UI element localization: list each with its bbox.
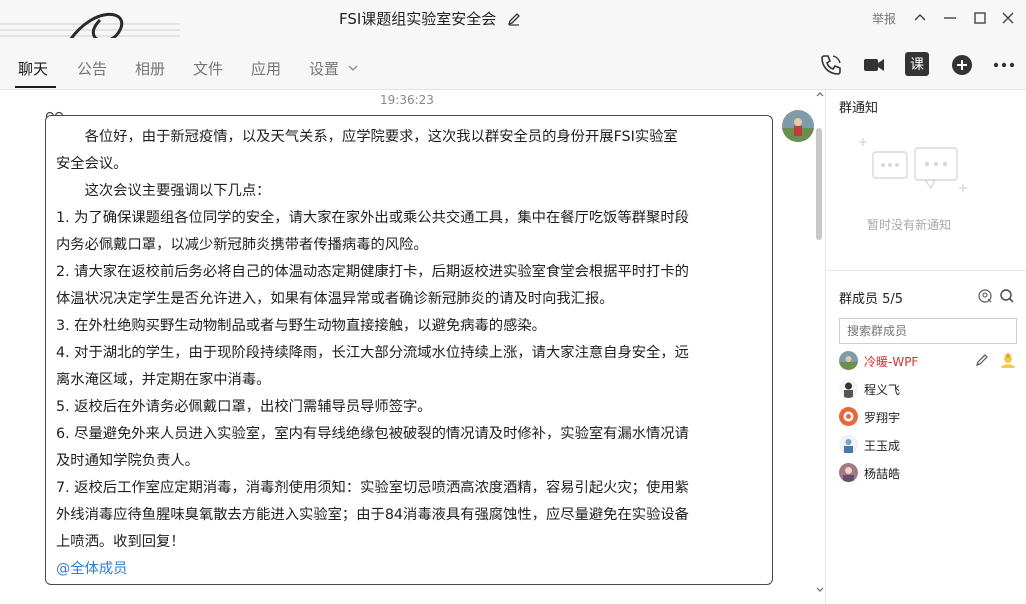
message-line: 7. 返校后工作室应定期消毒，消毒剂使用须知：实验室切忌喷洒高浓度酒精，容易引起… [56, 480, 689, 496]
message-line: 2. 请大家在返校前后务必将自己的体温动态定期健康打卡，后期返校进实验室食堂会根… [56, 264, 689, 280]
member-item[interactable]: 王玉成 [839, 434, 1019, 458]
class-button[interactable]: 课 [905, 52, 929, 76]
message-line: 安全会议。 [56, 156, 128, 172]
member-manage-icon[interactable] [977, 288, 993, 304]
collapse-icon[interactable] [910, 8, 930, 28]
message-line: 内务必佩戴口罩，以减少新冠肺炎携带者传播病毒的风险。 [56, 237, 428, 253]
plus-icon[interactable] [949, 52, 975, 78]
scrollbar-thumb[interactable] [816, 128, 822, 240]
chat-scrollbar[interactable] [814, 90, 826, 604]
active-tab-indicator [15, 86, 56, 88]
member-name: 罗翔宇 [864, 411, 901, 425]
message-timestamp: 19:36:23 [380, 93, 434, 107]
member-avatar [839, 351, 858, 370]
member-name: 王玉成 [864, 439, 901, 453]
message-line: 各位好，由于新冠疫情，以及天气关系，应学院要求，这次我以群安全员的身份开展FSI… [56, 129, 678, 145]
group-sidebar: 群通知 暂时没有新通知 群成员 5/5 冷暖-WPF [827, 90, 1026, 604]
message-line: 5. 返校后在外请务必佩戴口罩，出校门需辅导员导师签字。 [56, 399, 432, 415]
chevron-down-icon [348, 65, 358, 71]
member-name: 杨喆皓 [864, 467, 901, 481]
tab-settings-label: 设置 [309, 60, 340, 78]
message-line: 上喷洒。收到回复！ [56, 534, 185, 550]
member-name: 冷暖-WPF [864, 355, 919, 369]
message-line: 体温状况决定学生是否允许进入，如果有体温异常或者确诊新冠肺炎的请及时向我汇报。 [56, 291, 614, 307]
close-icon[interactable] [998, 8, 1018, 28]
message-line: 1. 为了确保课题组各位同学的安全，请大家在家外出或乘公共交通工具，集中在餐厅吃… [56, 210, 689, 226]
group-owner-icon [1001, 352, 1015, 368]
member-avatar [839, 435, 858, 454]
tab-apps[interactable]: 应用 [251, 58, 281, 79]
maximize-icon[interactable] [970, 8, 990, 28]
message-line: 外线消毒应待鱼腥味臭氧散去方能进入实验室；由于84消毒液具有强腐蚀性，应尽量避免… [56, 507, 689, 523]
sidebar-divider [827, 270, 1026, 271]
member-avatar [839, 407, 858, 426]
scroll-up-icon[interactable] [815, 90, 825, 98]
empty-notice-icon [859, 138, 967, 192]
message-line: 3. 在外杜绝购买野生动物制品或者与野生动物直接接触，以避免病毒的感染。 [56, 318, 546, 334]
tab-chat[interactable]: 聊天 [18, 58, 48, 79]
mention-all-link[interactable]: @全体成员 [56, 556, 762, 583]
tab-bar: 聊天 公告 相册 文件 应用 设置 课 [0, 38, 1026, 90]
phone-icon[interactable] [818, 52, 844, 78]
member-item[interactable]: 杨喆皓 [839, 462, 1019, 486]
tab-files[interactable]: 文件 [193, 58, 223, 79]
member-avatar [839, 379, 858, 398]
message-bubble[interactable]: 各位好，由于新冠疫情，以及天气关系，应学院要求，这次我以群安全员的身份开展FSI… [45, 115, 773, 585]
edit-icon[interactable] [975, 353, 989, 367]
tab-settings[interactable]: 设置 [309, 58, 359, 79]
message-text: 各位好，由于新冠疫情，以及天气关系，应学院要求，这次我以群安全员的身份开展FSI… [56, 124, 762, 583]
member-search-input[interactable] [839, 318, 1017, 344]
minimize-icon[interactable] [940, 8, 960, 28]
message-line: 及时通知学院负责人。 [56, 453, 199, 469]
video-icon[interactable] [861, 52, 887, 78]
member-avatar [839, 463, 858, 482]
tab-album[interactable]: 相册 [135, 58, 165, 79]
sender-avatar[interactable] [782, 110, 814, 142]
member-item[interactable]: 罗翔宇 [839, 406, 1019, 430]
message-line: 6. 尽量避免外来人员进入实验室，室内有导线绝缘包被破裂的情况请及时修补，实验室… [56, 426, 689, 442]
tab-announcement[interactable]: 公告 [77, 58, 107, 79]
no-notice-text: 暂时没有新通知 [867, 218, 952, 232]
search-icon[interactable] [999, 288, 1015, 304]
member-name: 程义飞 [864, 383, 901, 397]
members-title: 群成员 5/5 [839, 292, 904, 307]
more-icon[interactable] [991, 52, 1017, 78]
edit-title-icon[interactable] [507, 12, 521, 26]
chat-area[interactable]: 19:36:23 各位好，由于新冠疫情，以及天气关系，应学院要求，这次我以群安全… [0, 90, 826, 604]
window-title: FSI课题组实验室安全会 [0, 8, 860, 29]
avatar-image-icon [782, 110, 814, 142]
message-line: 这次会议主要强调以下几点： [56, 183, 271, 199]
window-title-text: FSI课题组实验室安全会 [338, 10, 497, 28]
title-bar: FSI课题组实验室安全会 举报 [0, 0, 1026, 90]
member-item[interactable]: 程义飞 [839, 378, 1019, 402]
message-line: 离水淹区域，并定期在家中消毒。 [56, 372, 271, 388]
group-notice-title: 群通知 [839, 101, 879, 116]
member-item[interactable]: 冷暖-WPF [839, 350, 1019, 374]
report-button[interactable]: 举报 [872, 10, 896, 27]
message-line: 4. 对于湖北的学生，由于现阶段持续降雨，长江大部分流域水位持续上涨，请大家注意… [56, 345, 689, 361]
scroll-down-icon[interactable] [815, 586, 825, 594]
